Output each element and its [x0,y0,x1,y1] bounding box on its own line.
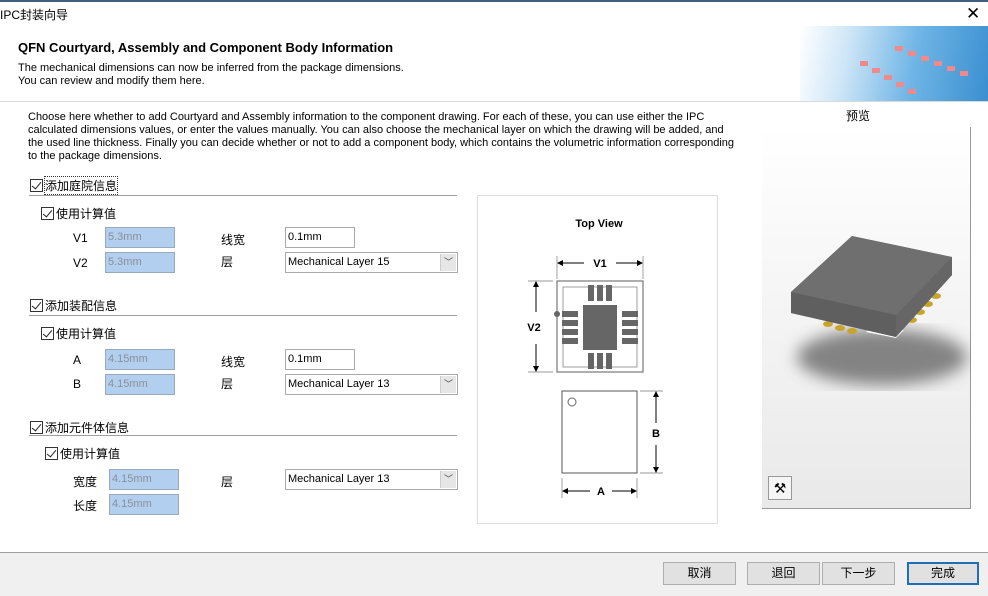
courtyard-layer-select[interactable]: Mechanical Layer 15 ﹀ [285,252,458,273]
top-view-diagram: Top View V1 V2 B A [477,195,718,524]
layer-label: 层 [221,377,234,391]
body-length-field[interactable]: 4.15mm [109,494,179,515]
b-dimension-label: B [652,428,660,440]
divider [29,315,457,316]
finish-button[interactable]: 完成 [907,562,979,585]
assembly-use-calculated-checkbox[interactable]: 使用计算值 [41,325,116,342]
checkbox-label: 添加元件体信息 [45,421,130,435]
width-label: 宽度 [73,475,98,489]
selected-value: Mechanical Layer 13 [288,473,390,485]
checkbox-checked[interactable] [30,421,43,434]
checkbox-label: 使用计算值 [56,327,117,341]
v1-field[interactable]: 5.3mm [105,227,175,248]
wizard-header: QFN Courtyard, Assembly and Component Bo… [0,26,988,102]
pad-layout: V1 V2 [527,256,644,373]
selected-value: Mechanical Layer 13 [288,378,390,390]
next-button[interactable]: 下一步 [822,562,895,585]
v2-field[interactable]: 5.3mm [105,252,175,273]
checkbox-checked[interactable] [41,327,54,340]
window-title: IPC封装向导 [0,8,69,22]
assembly-layer-select[interactable]: Mechanical Layer 13 ﹀ [285,374,458,395]
body-width-field[interactable]: 4.15mm [109,469,179,490]
courtyard-use-calculated-checkbox[interactable]: 使用计算值 [41,205,116,222]
checkbox-label: 添加装配信息 [45,299,118,313]
page-title: QFN Courtyard, Assembly and Component Bo… [18,40,394,55]
divider [29,435,457,436]
divider [29,195,457,196]
preview-label: 预览 [846,109,871,123]
checkbox-label: 使用计算值 [56,207,117,221]
v2-dimension-label: V2 [527,322,540,334]
diagram-title: Top View [575,218,623,230]
b-label: B [73,377,82,391]
line-width-label: 线宽 [221,233,246,247]
checkbox-checked[interactable] [45,447,58,460]
b-field[interactable]: 4.15mm [105,374,175,395]
cancel-button[interactable]: 取消 [663,562,736,585]
chevron-down-icon[interactable]: ﹀ [440,471,456,488]
line-width-label: 线宽 [221,355,246,369]
body-outline: B A [561,390,663,498]
3d-preview[interactable]: ⚒ [762,127,971,509]
chip-3d-model [791,236,967,385]
description-line: The mechanical dimensions can now be inf… [18,62,404,74]
checkbox-checked[interactable] [30,299,43,312]
v2-label: V2 [73,256,88,270]
chevron-down-icon[interactable]: ﹀ [440,376,456,393]
add-courtyard-checkbox[interactable]: 添加庭院信息 [30,176,119,195]
v1-dimension-label: V1 [593,258,606,270]
chevron-down-icon[interactable]: ﹀ [440,254,456,271]
selected-value: Mechanical Layer 15 [288,256,390,268]
back-button[interactable]: 退回 [747,562,820,585]
banner-image [800,26,988,101]
intro-text: Choose here whether to add Courtyard and… [28,111,735,162]
checkbox-label: 添加庭院信息 [43,176,119,195]
layer-label: 层 [221,475,234,489]
add-assembly-checkbox[interactable]: 添加装配信息 [30,297,117,314]
layer-label: 层 [221,255,234,269]
title-bar: IPC封装向导 ✕ [0,0,988,26]
hammer-filter-icon[interactable]: ⚒ [768,476,792,500]
checkbox-checked[interactable] [30,179,43,192]
close-icon[interactable]: ✕ [966,4,980,24]
assembly-line-width-input[interactable]: 0.1mm [285,349,355,370]
checkbox-checked[interactable] [41,207,54,220]
a-label: A [73,353,82,367]
a-dimension-label: A [597,486,605,498]
a-field[interactable]: 4.15mm [105,349,175,370]
body-layer-select[interactable]: Mechanical Layer 13 ﹀ [285,469,458,490]
v1-label: V1 [73,231,88,245]
checkbox-label: 使用计算值 [60,447,121,461]
add-component-body-checkbox[interactable]: 添加元件体信息 [30,419,129,436]
description-line: You can review and modify them here. [18,75,205,87]
body-use-calculated-checkbox[interactable]: 使用计算值 [45,445,120,462]
page-description: The mechanical dimensions can now be inf… [18,62,404,88]
courtyard-line-width-input[interactable]: 0.1mm [285,227,355,248]
length-label: 长度 [73,499,98,513]
